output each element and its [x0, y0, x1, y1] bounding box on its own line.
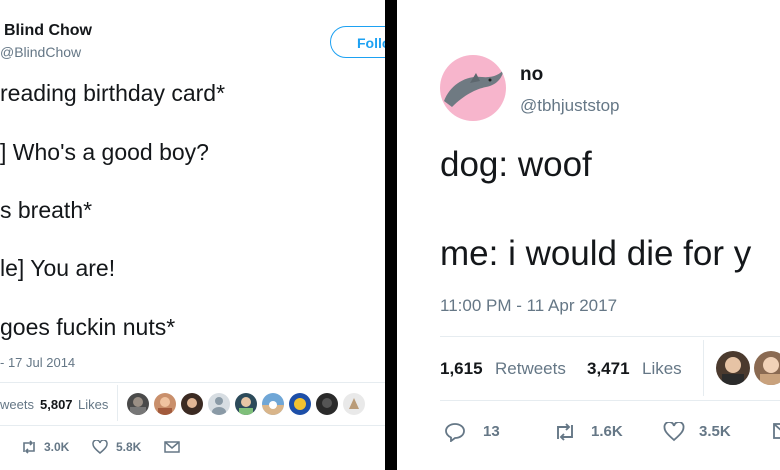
liker-avatar-5[interactable] — [235, 393, 257, 415]
reply-icon[interactable] — [444, 422, 466, 442]
liker-avatar-3[interactable] — [181, 393, 203, 415]
like-count[interactable]: 3.5K — [699, 423, 731, 440]
likes-count[interactable]: 5,807 — [40, 397, 73, 412]
handle[interactable]: @tbhjuststop — [520, 96, 619, 116]
retweet-icon[interactable] — [20, 440, 38, 454]
retweets-label[interactable]: Retweets — [495, 359, 566, 379]
stats-separator — [703, 340, 704, 396]
retweets-label[interactable]: weets — [0, 397, 34, 412]
tweet-line-1: dog: woof — [440, 145, 592, 184]
heart-icon[interactable] — [663, 422, 685, 442]
liker-avatar-4[interactable] — [208, 393, 230, 415]
follow-button[interactable]: Follo — [330, 26, 385, 58]
tweet-line-4: le] You are! — [0, 255, 116, 281]
reply-count[interactable]: 13 — [483, 423, 500, 440]
divider — [0, 382, 385, 383]
timestamp[interactable]: 11:00 PM - 11 Apr 2017 — [440, 296, 617, 316]
divider — [440, 400, 780, 401]
retweets-count[interactable]: 1,615 — [440, 359, 483, 379]
liker-avatar-6[interactable] — [262, 393, 284, 415]
right-tweet-card: no @tbhjuststop dog: woof me: i would di… — [397, 0, 780, 470]
profile-avatar[interactable] — [440, 55, 506, 121]
tweet-line-1: reading birthday card* — [0, 80, 226, 106]
retweet-count[interactable]: 1.6K — [591, 423, 623, 440]
left-tweet-card: Blind Chow @BlindChow Follo reading birt… — [0, 0, 385, 470]
liker-avatar-8[interactable] — [316, 393, 338, 415]
tweet-line-2: ] Who's a good boy? — [0, 139, 209, 165]
handle[interactable]: @BlindChow — [0, 44, 81, 60]
divider — [440, 336, 780, 337]
dolphin-icon — [444, 69, 504, 107]
display-name[interactable]: no — [520, 64, 543, 86]
liker-avatar-9[interactable] — [343, 393, 365, 415]
tweet-line-2: me: i would die for y — [440, 234, 752, 273]
tweet-line-3: s breath* — [0, 197, 93, 223]
likes-count[interactable]: 3,471 — [587, 359, 630, 379]
heart-icon[interactable] — [92, 440, 108, 454]
retweet-icon[interactable] — [553, 423, 577, 441]
mail-icon[interactable] — [164, 441, 180, 453]
liker-avatar-2[interactable] — [154, 393, 176, 415]
retweet-count[interactable]: 3.0K — [44, 440, 69, 454]
likes-label[interactable]: Likes — [642, 359, 682, 379]
liker-avatar-2[interactable] — [754, 351, 780, 385]
divider — [0, 425, 385, 426]
liker-avatar-7[interactable] — [289, 393, 311, 415]
timestamp[interactable]: - 17 Jul 2014 — [0, 355, 75, 370]
mail-icon[interactable] — [773, 423, 780, 439]
liker-avatar-1[interactable] — [127, 393, 149, 415]
display-name[interactable]: Blind Chow — [4, 22, 92, 40]
like-count[interactable]: 5.8K — [116, 440, 141, 454]
liker-avatar-1[interactable] — [716, 351, 750, 385]
stats-separator — [117, 385, 118, 421]
tweet-line-5: goes fuckin nuts* — [0, 314, 176, 340]
likes-label[interactable]: Likes — [78, 397, 108, 412]
